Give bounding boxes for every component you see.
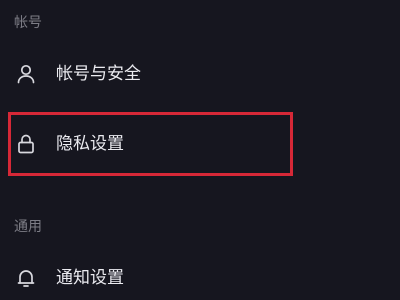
highlight-box — [8, 112, 293, 176]
section-header-general: 通用 — [14, 219, 42, 235]
person-icon — [14, 62, 38, 86]
settings-item-label: 通知设置 — [56, 268, 124, 288]
settings-item-notifications[interactable]: 通知设置 — [0, 256, 400, 300]
section-header-account: 帐号 — [14, 15, 42, 31]
settings-item-account-security[interactable]: 帐号与安全 — [0, 52, 400, 96]
settings-item-label: 帐号与安全 — [56, 64, 141, 84]
bell-icon — [14, 266, 38, 290]
